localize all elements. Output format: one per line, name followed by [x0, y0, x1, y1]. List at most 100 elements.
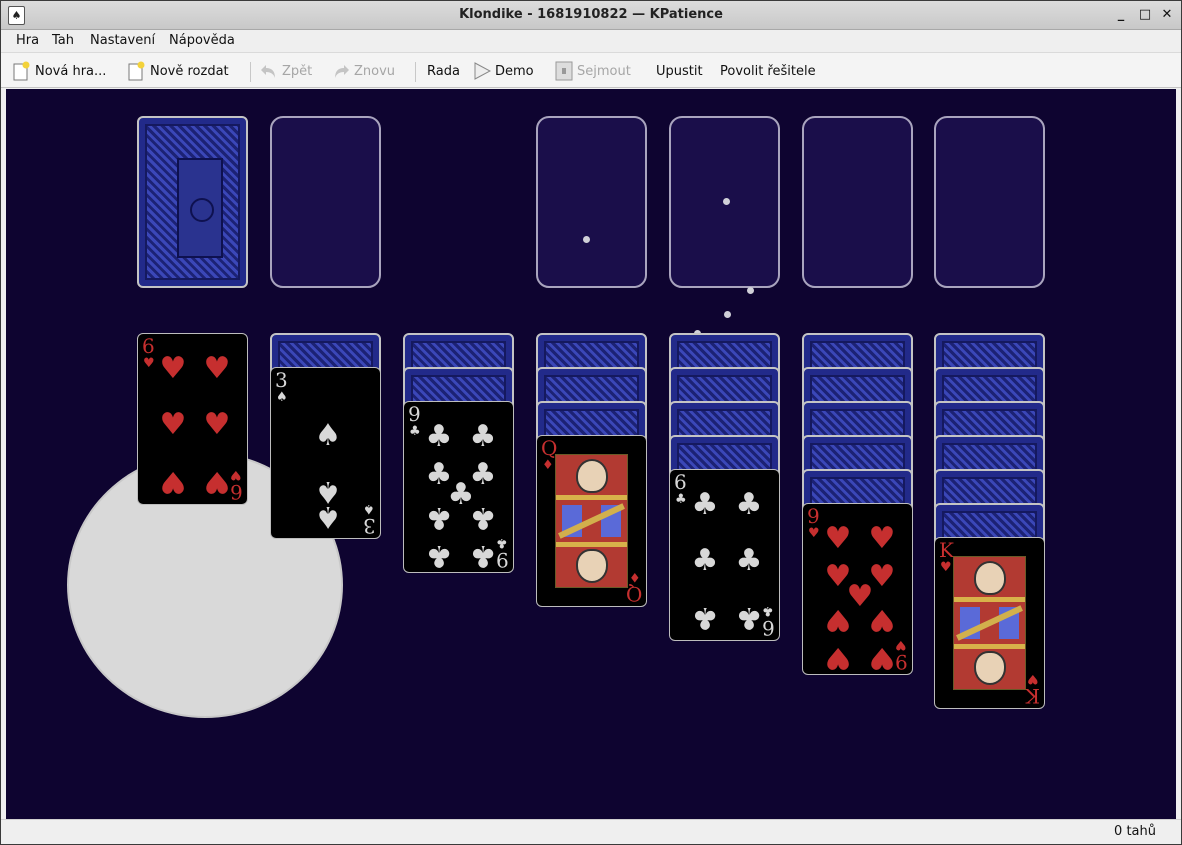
card-suit-icon: ♥ — [824, 640, 852, 675]
card-rank: 9 — [496, 548, 509, 572]
play-icon — [473, 61, 491, 81]
card-rank: K — [939, 538, 954, 562]
toolbar-separator — [250, 62, 251, 82]
demo-button[interactable]: Demo — [473, 59, 534, 83]
card-rank: 9 — [408, 402, 421, 426]
toolbar-separator — [415, 62, 416, 82]
menu-hra[interactable]: Hra — [16, 33, 39, 48]
card-suit-icon: ♠ — [314, 418, 342, 453]
new-game-button[interactable]: Nová hra... — [13, 59, 106, 83]
redo-icon — [332, 61, 350, 81]
card-suit-icon: ♥ — [203, 407, 231, 442]
face-card-detail — [556, 495, 627, 500]
menu-tah[interactable]: Tah — [52, 33, 74, 48]
card-rank: 9 — [895, 650, 908, 674]
card-suit-icon: ♥ — [868, 640, 896, 675]
card-suit-icon: ♠ — [363, 501, 375, 516]
card-rank: 6 — [762, 616, 775, 640]
card-suit-icon: ♣ — [691, 543, 719, 578]
tableau-card[interactable]: 6 ♣ 6 ♣ ♣ ♣ ♣ ♣ ♣ ♣ — [669, 469, 780, 641]
foundation-1[interactable] — [536, 116, 647, 288]
maximize-button[interactable]: □ — [1137, 7, 1153, 23]
card-rank: 3 — [275, 368, 288, 392]
tableau-card[interactable]: K ♥ K ♥ — [934, 537, 1045, 709]
drop-label: Sejmout — [577, 63, 631, 79]
card-rank: Q — [625, 582, 642, 606]
card-suit-icon: ♥ — [203, 464, 231, 499]
card-suit-icon: ♥ — [868, 602, 896, 637]
card-suit-icon: ♥ — [159, 464, 187, 499]
card-suit-icon: ♠ — [276, 390, 288, 405]
card-suit-icon: ♣ — [425, 538, 453, 573]
foundation-3[interactable] — [802, 116, 913, 288]
card-suit-icon: ♣ — [469, 538, 497, 573]
toolbar: Nová hra... Nově rozdat Zpět Znovu Rada — [1, 52, 1181, 88]
tableau-card[interactable]: Q ♦ Q ♦ — [536, 435, 647, 607]
menu-nastaveni[interactable]: Nastavení — [90, 33, 155, 48]
redeal-label: Nově rozdat — [150, 63, 229, 79]
face-card-detail — [974, 561, 1006, 595]
card-suit-icon: ♣ — [735, 543, 763, 578]
close-button[interactable]: ✕ — [1159, 7, 1175, 23]
menu-napoveda[interactable]: Nápověda — [169, 33, 235, 48]
drop-button[interactable]: Sejmout — [555, 59, 631, 83]
card-suit-icon: ♥ — [824, 602, 852, 637]
drop-all-button[interactable]: Upustit — [656, 59, 703, 83]
card-suit-icon: ♥ — [159, 407, 187, 442]
card-suit-icon: ♣ — [691, 487, 719, 522]
card-rank: 6 — [230, 480, 243, 504]
card-suit-icon: ♥ — [824, 521, 852, 556]
new-document-icon — [13, 61, 31, 81]
redeal-icon — [128, 61, 146, 81]
card-suit-icon: ♥ — [159, 351, 187, 386]
demo-label: Demo — [495, 63, 534, 79]
card-suit-icon: ♥ — [1027, 671, 1039, 686]
card-rank: 9 — [807, 504, 820, 528]
card-suit-icon: ♦ — [629, 569, 641, 584]
enable-solver-button[interactable]: Povolit řešitele — [720, 59, 816, 83]
foundation-4[interactable] — [934, 116, 1045, 288]
card-suit-icon: ♦ — [542, 458, 554, 473]
card-suit-icon: ♣ — [469, 500, 497, 535]
card-suit-icon: ♥ — [203, 351, 231, 386]
card-suit-icon: ♥ — [143, 356, 155, 371]
tableau-card[interactable]: 9 ♣ 9 ♣ ♣ ♣ ♣ ♣ ♣ ♣ ♣ ♣ ♣ — [403, 401, 514, 573]
enable-solver-label: Povolit řešitele — [720, 63, 816, 79]
card-suit-icon: ♣ — [735, 487, 763, 522]
card-back-pattern — [145, 124, 240, 280]
card-suit-icon: ♣ — [469, 419, 497, 454]
game-board[interactable]: 6 ♥ 6 ♥ ♥ ♥ ♥ ♥ ♥ ♥ 3 ♠ 3 ♠ ♠ ♠ ♠ 9 ♣ 9 ♣ ♣ ♣ ♣ ♣ ♣ ♣ ♣ ♣ ♣ Q ♦ Q ♦ 6 ♣ 6 ♣ ♣ ♣… — [6, 89, 1176, 819]
card-rank: 3 — [363, 514, 376, 538]
card-suit-icon: ♣ — [691, 600, 719, 635]
undo-label: Zpět — [282, 63, 313, 79]
card-back-ornament — [177, 158, 223, 258]
card-suit-icon: ♣ — [675, 492, 687, 507]
face-card-detail — [954, 597, 1025, 602]
app-window: ♠ Klondike - 1681910822 — KPatience _ □ … — [0, 0, 1182, 845]
card-suit-icon: ♣ — [425, 419, 453, 454]
hint-label: Rada — [427, 63, 460, 79]
card-suit-icon: ♥ — [230, 467, 242, 482]
face-card-detail — [974, 651, 1006, 685]
new-game-label: Nová hra... — [35, 63, 107, 79]
face-card-detail — [576, 459, 608, 493]
face-card-detail — [576, 549, 608, 583]
face-card-detail — [954, 644, 1025, 649]
tableau-card[interactable]: 3 ♠ 3 ♠ ♠ ♠ ♠ — [270, 367, 381, 539]
animation-dot — [724, 311, 731, 318]
drop-all-label: Upustit — [656, 63, 703, 79]
redeal-button[interactable]: Nově rozdat — [128, 59, 229, 83]
stock-pile[interactable] — [137, 116, 248, 288]
title-bar[interactable]: ♠ Klondike - 1681910822 — KPatience _ □ … — [1, 1, 1181, 30]
card-suit-icon: ♥ — [868, 521, 896, 556]
tableau-card[interactable]: 9 ♥ 9 ♥ ♥ ♥ ♥ ♥ ♥ ♥ ♥ ♥ ♥ — [802, 503, 913, 675]
card-rank: K — [1025, 684, 1040, 708]
hint-button[interactable]: Rada — [427, 59, 460, 83]
waste-pile[interactable] — [270, 116, 381, 288]
minimize-button[interactable]: _ — [1113, 7, 1129, 23]
tableau-card[interactable]: 6 ♥ 6 ♥ ♥ ♥ ♥ ♥ ♥ ♥ — [137, 333, 248, 505]
card-suit-icon: ♣ — [425, 500, 453, 535]
redo-button[interactable]: Znovu — [332, 59, 395, 83]
queen-portrait-icon — [555, 454, 628, 588]
undo-button[interactable]: Zpět — [260, 59, 312, 83]
